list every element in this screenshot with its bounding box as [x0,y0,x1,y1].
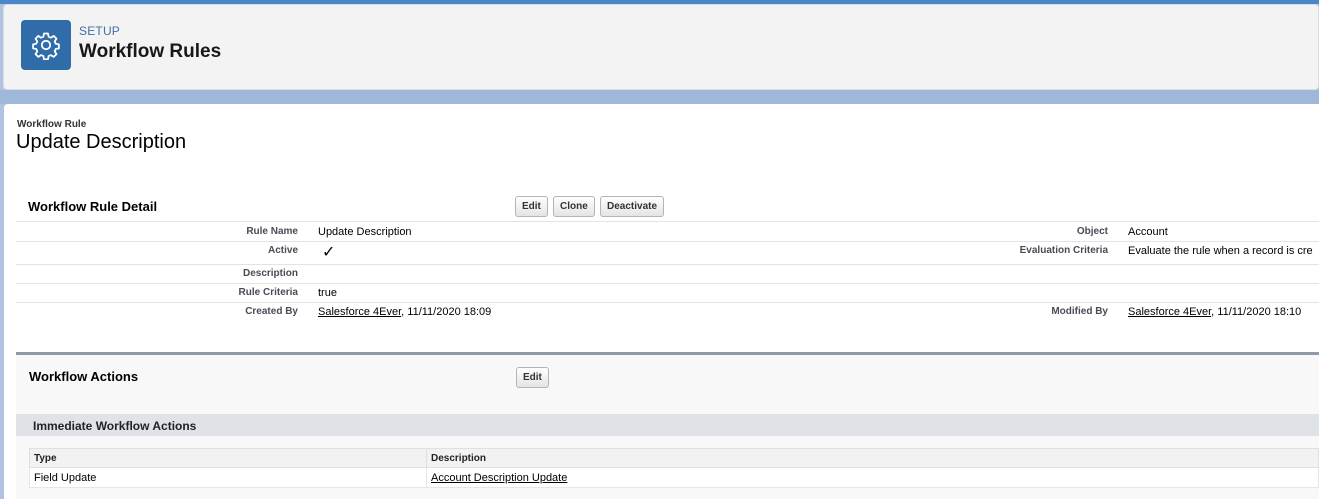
active-label: Active [267,245,298,256]
created-by-date: , 11/11/2020 18:09 [401,306,492,318]
column-header-type: Type [29,448,427,468]
modified-by-value: Salesforce 4Ever, 11/11/2020 18:10 [1128,306,1301,318]
immediate-actions-header: Immediate Workflow Actions [16,414,1319,436]
immediate-actions-table: Type Description Field Update Account De… [29,448,1319,488]
object-value: Account [1128,226,1168,238]
main-content: Workflow Rule Update Description Workflo… [4,104,1319,499]
rule-name-label: Rule Name [246,226,298,237]
divider [16,283,1319,284]
divider [16,302,1319,303]
modified-by-user-link[interactable]: Salesforce 4Ever [1128,306,1211,318]
created-by-label: Created By [245,306,298,317]
rule-name-value: Update Description [318,226,412,238]
decorative-band [0,90,1319,104]
setup-icon-tile [21,20,71,70]
evaluation-criteria-value: Evaluate the rule when a record is cre [1128,245,1313,257]
setup-header: SETUP Workflow Rules [3,4,1319,90]
rule-criteria-label: Rule Criteria [238,287,298,298]
created-by-value: Salesforce 4Ever, 11/11/2020 18:09 [318,306,491,318]
actions-edit-button[interactable]: Edit [516,367,549,388]
evaluation-criteria-label: Evaluation Criteria [1019,245,1108,256]
edit-button[interactable]: Edit [515,196,548,217]
setup-eyebrow: SETUP [79,24,121,38]
table-row: Field Update Account Description Update [29,467,1319,488]
description-label: Description [242,268,298,279]
divider [16,241,1319,242]
record-title: Update Description [16,131,187,153]
gear-icon [32,32,60,60]
record-type-label: Workflow Rule [17,119,87,130]
created-by-user-link[interactable]: Salesforce 4Ever [318,306,401,318]
workflow-actions-title: Workflow Actions [29,369,139,384]
rule-criteria-value: true [318,287,337,299]
modified-by-date: , 11/11/2020 18:10 [1211,306,1302,318]
clone-button[interactable]: Clone [553,196,595,217]
deactivate-button[interactable]: Deactivate [600,196,665,217]
detail-section-title: Workflow Rule Detail [28,199,158,214]
divider [16,264,1319,265]
table-header-row: Type Description [29,448,1319,468]
modified-by-label: Modified By [1051,306,1108,317]
divider [16,221,1319,222]
action-description-link[interactable]: Account Description Update [431,472,567,484]
active-checkmark-icon: ✓ [322,244,336,261]
column-header-description: Description [426,448,1319,468]
row-type-cell: Field Update [29,467,427,488]
page-title: Workflow Rules [79,41,222,62]
immediate-actions-title: Immediate Workflow Actions [33,419,197,433]
object-label: Object [1076,226,1108,237]
row-description-cell: Account Description Update [426,467,1319,488]
